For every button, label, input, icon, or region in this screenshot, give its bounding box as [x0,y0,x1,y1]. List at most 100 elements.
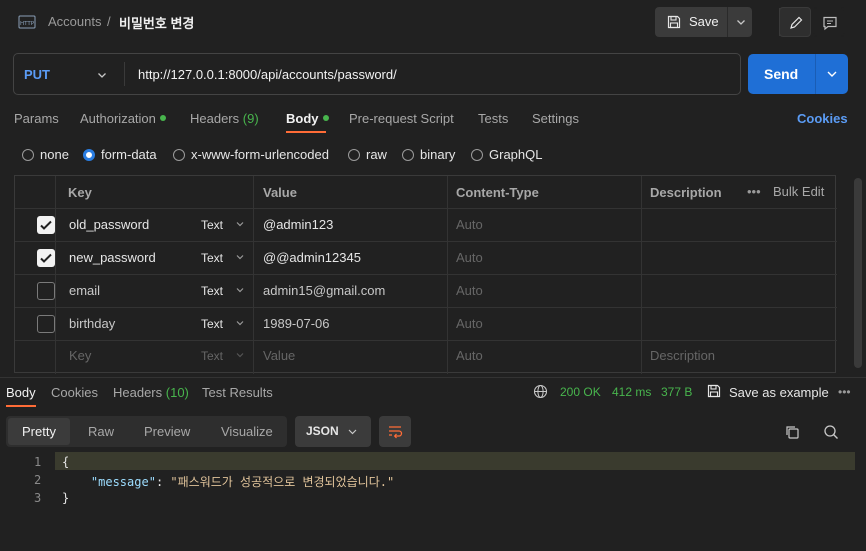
row-type-select[interactable]: Text [201,218,223,232]
row-content-type[interactable]: Auto [456,283,483,298]
column-header-key: Key [68,185,92,200]
breadcrumb-collection[interactable]: Accounts [48,14,101,29]
row-checkbox[interactable] [37,282,55,300]
comment-icon [823,16,837,31]
format-pretty[interactable]: Pretty [22,424,56,439]
tab-body-label: Body [286,111,319,126]
radio-form-data[interactable]: form-data [83,147,157,162]
radio-label: x-www-form-urlencoded [191,147,329,162]
row-value[interactable]: 1989-07-06 [263,316,330,331]
row-key[interactable]: old_password [69,217,149,232]
chevron-down-icon[interactable] [96,69,108,81]
row-key[interactable]: birthday [69,316,115,331]
row-type-select[interactable]: Text [201,251,223,265]
pencil-icon [790,16,803,29]
save-button[interactable]: Save [655,7,752,37]
row-type-select[interactable]: Text [201,317,223,331]
save-icon [667,15,681,29]
tab-settings[interactable]: Settings [532,111,579,126]
send-label: Send [764,66,799,82]
response-tab-cookies[interactable]: Cookies [51,385,98,400]
radio-urlencoded[interactable]: x-www-form-urlencoded [173,147,329,162]
edit-button[interactable] [779,7,811,37]
radio-circle-selected [83,149,95,161]
send-button[interactable]: Send [748,54,848,94]
new-content-type[interactable]: Auto [456,348,483,363]
row-value[interactable]: admin15@gmail.com [263,283,385,298]
row-content-type[interactable]: Auto [456,217,483,232]
pane-divider[interactable] [0,377,866,378]
more-options-icon[interactable]: ••• [747,184,761,199]
chevron-down-icon[interactable] [235,219,245,229]
new-type-select[interactable]: Text [201,349,223,363]
url-input[interactable]: http://127.0.0.1:8000/api/accounts/passw… [138,67,397,82]
copy-icon[interactable] [784,424,800,440]
tab-headers-label: Headers [190,111,240,126]
tab-params[interactable]: Params [14,111,59,126]
headers-count: (9) [242,111,259,126]
row-value[interactable]: @admin123 [263,217,333,232]
tab-tests[interactable]: Tests [478,111,508,126]
response-tab-body[interactable]: Body [6,385,36,400]
radio-binary[interactable]: binary [402,147,455,162]
chevron-down-icon[interactable] [825,67,839,81]
tab-headers[interactable]: Headers (9) [190,111,259,126]
line-number: 1 [34,455,42,469]
bulk-edit-button[interactable]: Bulk Edit [773,184,824,199]
radio-none[interactable]: none [22,147,69,162]
chevron-down-icon [348,429,357,435]
format-visualize[interactable]: Visualize [221,424,273,439]
format-preview[interactable]: Preview [144,424,190,439]
chevron-down-icon[interactable] [235,350,245,360]
row-value[interactable]: @@admin12345 [263,250,361,265]
row-content-type[interactable]: Auto [456,316,483,331]
new-key-input[interactable]: Key [69,348,91,363]
request-title[interactable]: 비밀번호 변경 [119,13,194,32]
chevron-down-icon[interactable] [235,318,245,328]
format-raw[interactable]: Raw [88,424,114,439]
response-size[interactable]: 377 B [661,385,692,399]
row-type-select[interactable]: Text [201,284,223,298]
column-header-content-type: Content-Type [456,185,539,200]
code-line[interactable]: { [62,455,69,469]
radio-graphql[interactable]: GraphQL [471,147,542,162]
status-code[interactable]: 200 OK [560,385,601,399]
response-tab-headers[interactable]: Headers (10) [113,385,189,400]
chevron-down-icon[interactable] [235,285,245,295]
row-checkbox[interactable] [37,315,55,333]
line-number: 2 [34,473,42,487]
status-dot [322,115,329,121]
code-line[interactable]: "message": "패스워드가 성공적으로 변경되었습니다." [62,473,394,490]
response-tab-test-results[interactable]: Test Results [202,385,273,400]
new-value-input[interactable]: Value [263,348,295,363]
search-icon[interactable] [823,424,839,440]
tab-body[interactable]: Body [286,111,329,126]
radio-circle [173,149,185,161]
new-description-input[interactable]: Description [650,348,715,363]
row-checkbox[interactable] [37,249,55,267]
save-as-example-button[interactable]: Save as example [729,385,829,400]
chevron-down-icon[interactable] [735,16,747,28]
radio-circle [402,149,414,161]
radio-label: GraphQL [489,147,543,162]
wrap-lines-button[interactable] [379,416,411,447]
code-line[interactable]: } [62,491,69,505]
language-select[interactable]: JSON [295,416,371,447]
chevron-down-icon[interactable] [235,252,245,262]
comments-button[interactable] [813,7,845,37]
row-content-type[interactable]: Auto [456,250,483,265]
line-number: 3 [34,491,42,505]
tab-prerequest-script[interactable]: Pre-request Script [349,111,454,126]
more-options-icon[interactable]: ••• [838,385,851,399]
row-key[interactable]: new_password [69,250,156,265]
row-checkbox[interactable] [37,216,55,234]
tab-authorization[interactable]: Authorization [80,111,166,126]
cookies-link[interactable]: Cookies [797,111,848,126]
row-key[interactable]: email [69,283,100,298]
response-time[interactable]: 412 ms [612,385,651,399]
radio-raw[interactable]: raw [348,147,387,162]
check-icon [40,220,52,230]
globe-icon[interactable] [533,384,548,399]
method-select[interactable]: PUT [24,67,50,82]
vertical-scrollbar[interactable] [854,178,862,368]
